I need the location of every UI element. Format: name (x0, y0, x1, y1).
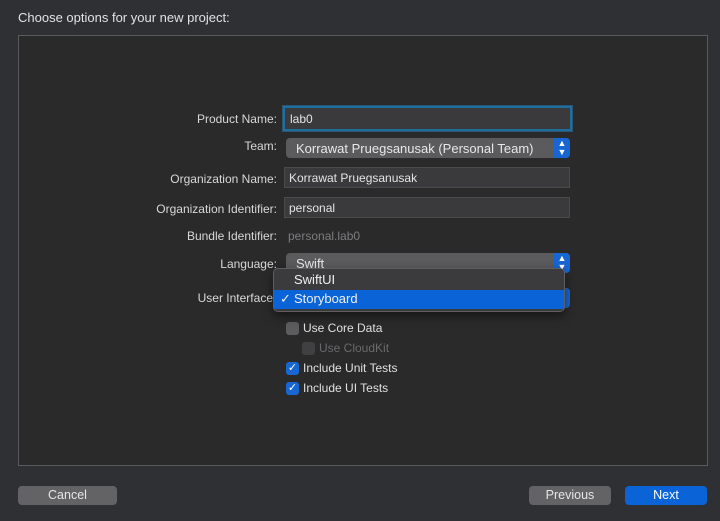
menu-item-label: SwiftUI (294, 272, 336, 287)
user-interface-label: User Interface (197, 291, 273, 305)
next-button[interactable]: Next (625, 486, 707, 505)
organization-identifier-label: Organization Identifier: (156, 202, 277, 216)
organization-name-input[interactable]: Korrawat Pruegsanusak (284, 167, 570, 188)
dialog-title: Choose options for your new project: (18, 10, 230, 25)
organization-name-label: Organization Name: (170, 172, 277, 186)
use-cloudkit-checkbox[interactable] (302, 342, 315, 355)
checkmark-icon: ✓ (287, 362, 298, 374)
options-panel (18, 35, 708, 466)
team-value: Korrawat Pruegsanusak (Personal Team) (296, 141, 534, 156)
include-unit-tests-label: Include Unit Tests (303, 361, 398, 375)
checkmark-icon: ✓ (280, 291, 291, 306)
chevron-updown-icon: ▲▼ (554, 138, 570, 158)
language-label: Language: (220, 257, 277, 271)
menu-item-label: Storyboard (294, 291, 358, 306)
previous-button[interactable]: Previous (529, 486, 611, 505)
use-cloudkit-label: Use CloudKit (319, 341, 390, 355)
user-interface-menu: SwiftUI ✓ Storyboard (273, 268, 565, 312)
organization-identifier-input[interactable]: personal (284, 197, 570, 218)
include-unit-tests-checkbox[interactable]: ✓ (286, 362, 299, 375)
menu-item-swiftui[interactable]: SwiftUI (274, 271, 564, 290)
include-ui-tests-label: Include UI Tests (303, 381, 389, 395)
cancel-button[interactable]: Cancel (18, 486, 117, 505)
team-label: Team: (244, 139, 277, 153)
product-name-input[interactable]: lab0 (283, 106, 572, 131)
include-ui-tests-checkbox[interactable]: ✓ (286, 382, 299, 395)
team-popup[interactable]: Korrawat Pruegsanusak (Personal Team) ▲ ▼ (286, 138, 570, 158)
bundle-identifier-label: Bundle Identifier: (186, 229, 277, 243)
checkmark-icon: ✓ (287, 382, 298, 394)
product-name-label: Product Name: (196, 112, 277, 126)
use-core-data-checkbox[interactable] (286, 322, 299, 335)
menu-item-storyboard[interactable]: ✓ Storyboard (274, 290, 564, 309)
bundle-identifier-value: personal.lab0 (288, 229, 361, 243)
use-core-data-label: Use Core Data (303, 321, 383, 335)
